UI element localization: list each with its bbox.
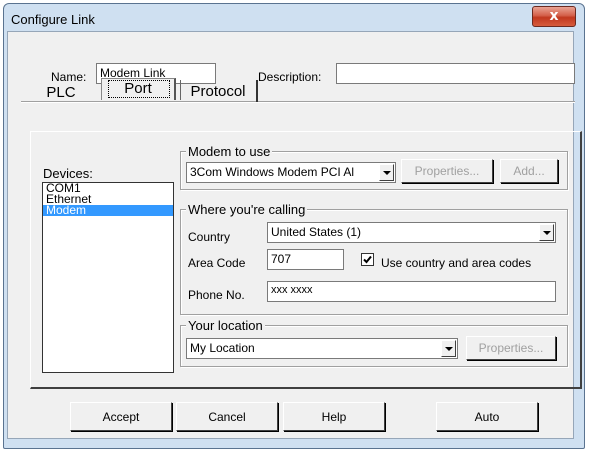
cancel-button[interactable]: Cancel xyxy=(176,402,278,431)
group-title: Modem to use xyxy=(186,144,273,159)
phone-label: Phone No. xyxy=(188,288,245,302)
description-label: Description: xyxy=(258,70,322,84)
country-select[interactable]: United States (1) xyxy=(267,222,556,243)
location-properties-label: Properties... xyxy=(478,341,544,355)
chevron-down-icon[interactable] xyxy=(441,340,456,357)
country-select-value: United States (1) xyxy=(271,225,362,239)
group-title: Your location xyxy=(186,318,265,333)
modem-properties-label: Properties... xyxy=(414,164,480,178)
cancel-label: Cancel xyxy=(208,410,246,424)
add-modem-label: Add... xyxy=(513,164,545,178)
description-field[interactable] xyxy=(336,63,575,84)
list-item[interactable]: Modem xyxy=(43,204,173,216)
phone-value: xxx xxxx xyxy=(271,284,313,296)
location-properties-button[interactable]: Properties... xyxy=(466,336,556,360)
use-codes-label[interactable]: Use country and area codes xyxy=(381,256,531,270)
tab-port[interactable]: Port xyxy=(101,78,176,100)
tab-plc-label: PLC xyxy=(46,84,76,101)
checkmark-icon xyxy=(363,255,372,264)
accept-button[interactable]: Accept xyxy=(70,402,172,431)
devices-listbox[interactable]: COM1 Ethernet Modem xyxy=(42,182,174,373)
accept-label: Accept xyxy=(102,410,140,424)
auto-button[interactable]: Auto xyxy=(436,402,538,431)
header-divider xyxy=(21,101,575,103)
use-codes-checkbox[interactable] xyxy=(361,253,374,266)
close-button[interactable]: x xyxy=(532,6,576,27)
location-select[interactable]: My Location xyxy=(186,338,458,359)
group-title: Where you're calling xyxy=(186,202,308,217)
location-select-value: My Location xyxy=(190,341,255,355)
tab-protocol[interactable]: Protocol xyxy=(180,80,258,102)
auto-label: Auto xyxy=(474,410,500,424)
area-code-field[interactable]: 707 xyxy=(267,249,344,270)
modem-select-value: 3Com Windows Modem PCI Al xyxy=(190,165,355,179)
modem-select[interactable]: 3Com Windows Modem PCI Al xyxy=(186,162,396,183)
close-icon: x xyxy=(549,8,559,24)
modem-properties-button[interactable]: Properties... xyxy=(401,159,493,183)
phone-field[interactable]: xxx xxxx xyxy=(267,281,556,302)
add-modem-button[interactable]: Add... xyxy=(500,159,558,183)
chevron-down-icon[interactable] xyxy=(539,224,554,241)
area-code-value: 707 xyxy=(271,252,292,266)
devices-label: Devices: xyxy=(43,166,93,181)
area-code-label: Area Code xyxy=(188,256,246,270)
window-title: Configure Link xyxy=(11,12,95,27)
help-button[interactable]: Help xyxy=(283,402,385,431)
tab-protocol-label: Protocol xyxy=(190,83,246,100)
chevron-down-icon[interactable] xyxy=(379,164,394,181)
title-bar[interactable]: Configure Link x xyxy=(4,4,584,34)
help-label: Help xyxy=(321,410,347,424)
tab-plc[interactable]: PLC xyxy=(27,81,95,105)
tab-port-label: Port xyxy=(124,80,152,97)
country-label: Country xyxy=(188,230,231,244)
